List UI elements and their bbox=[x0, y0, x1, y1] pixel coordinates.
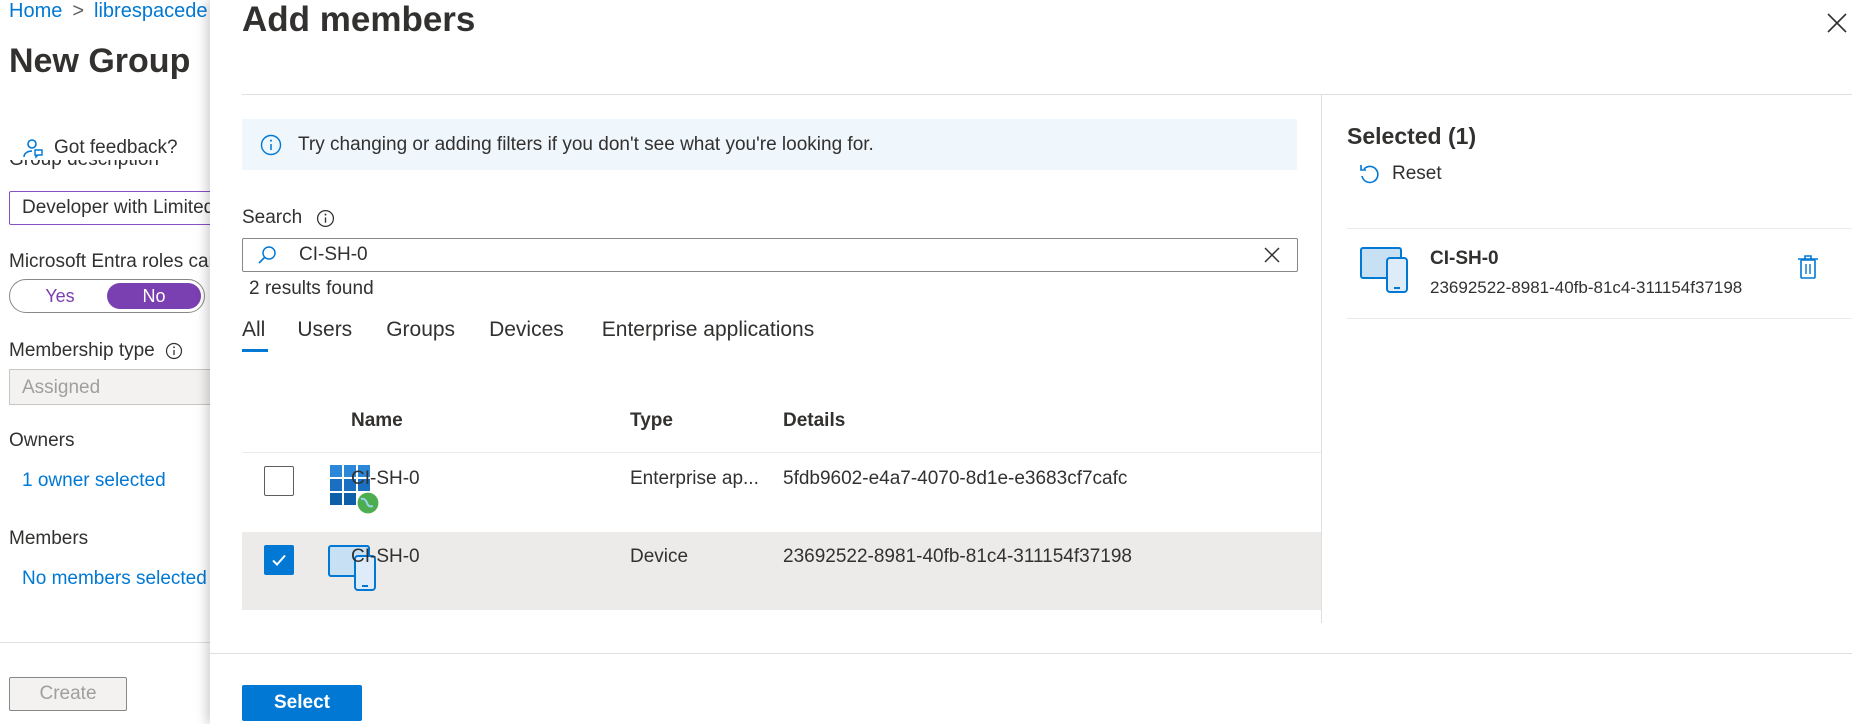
tab-devices[interactable]: Devices bbox=[489, 318, 564, 352]
search-box bbox=[242, 238, 1298, 272]
info-message-bar: Try changing or adding filters if you do… bbox=[242, 119, 1297, 170]
selected-divider bbox=[1347, 318, 1852, 319]
trash-icon[interactable] bbox=[1797, 254, 1819, 280]
vertical-divider bbox=[1321, 95, 1322, 623]
entra-roles-label: Microsoft Entra roles can bbox=[9, 251, 220, 272]
membership-type-label-text: Membership type bbox=[9, 340, 155, 361]
column-header-type[interactable]: Type bbox=[630, 410, 673, 432]
column-header-name[interactable]: Name bbox=[351, 410, 403, 432]
owners-link[interactable]: 1 owner selected bbox=[22, 470, 166, 492]
row-type: Enterprise ap... bbox=[630, 468, 759, 489]
results-count: 2 results found bbox=[249, 278, 374, 299]
row-checkbox[interactable] bbox=[264, 545, 294, 575]
group-description-label: Group description bbox=[9, 160, 159, 172]
reset-icon bbox=[1360, 165, 1379, 184]
breadcrumb-tenant[interactable]: librespacede bbox=[94, 0, 207, 23]
feedback-button[interactable]: Got feedback? bbox=[20, 136, 178, 160]
members-label: Members bbox=[9, 528, 89, 549]
table-row[interactable]: CI-SH-0 Device 23692522-8981-40fb-81c4-3… bbox=[242, 532, 1321, 610]
clear-search-icon[interactable] bbox=[1261, 244, 1283, 266]
info-icon[interactable] bbox=[165, 342, 183, 360]
add-members-panel: Add members Try changing or adding filte… bbox=[210, 0, 1852, 724]
row-name: CI-SH-0 bbox=[351, 468, 420, 489]
select-button[interactable]: Select bbox=[242, 685, 362, 721]
tab-users[interactable]: Users bbox=[297, 318, 352, 352]
page-title: New Group bbox=[9, 42, 191, 80]
search-label-text: Search bbox=[242, 207, 303, 228]
selected-title: Selected (1) bbox=[1347, 123, 1477, 149]
search-label: Search bbox=[242, 207, 335, 229]
search-icon bbox=[258, 246, 276, 264]
feedback-label: Got feedback? bbox=[54, 137, 178, 158]
filter-tabs: All Users Groups Devices Enterprise appl… bbox=[242, 318, 814, 352]
footer-divider bbox=[0, 642, 220, 643]
breadcrumb: Home > librespacede bbox=[9, 0, 207, 23]
membership-type-label: Membership type bbox=[9, 340, 183, 362]
feedback-icon bbox=[23, 139, 43, 159]
owners-label: Owners bbox=[9, 430, 75, 451]
panel-title: Add members bbox=[242, 0, 476, 39]
info-message-text: Try changing or adding filters if you do… bbox=[298, 133, 874, 155]
toggle-no[interactable]: No bbox=[107, 283, 201, 309]
row-checkbox[interactable] bbox=[264, 466, 294, 496]
selected-divider bbox=[1347, 228, 1852, 229]
search-input[interactable] bbox=[299, 244, 1261, 266]
column-header-details[interactable]: Details bbox=[783, 410, 845, 432]
toggle-yes[interactable]: Yes bbox=[13, 283, 107, 309]
row-details: 23692522-8981-40fb-81c4-311154f37198 bbox=[783, 546, 1132, 567]
row-details: 5fdb9602-e4a7-4070-8d1e-e3683cf7cafc bbox=[783, 468, 1128, 489]
tab-enterprise-applications[interactable]: Enterprise applications bbox=[602, 318, 814, 352]
reset-button[interactable]: Reset bbox=[1358, 163, 1442, 185]
tab-all[interactable]: All bbox=[242, 318, 269, 352]
selected-item-name: CI-SH-0 bbox=[1430, 248, 1499, 269]
members-link[interactable]: No members selected bbox=[22, 568, 207, 590]
row-name: CI-SH-0 bbox=[351, 546, 420, 567]
footer-divider bbox=[210, 653, 1852, 654]
entra-roles-toggle[interactable]: Yes No bbox=[9, 279, 205, 313]
close-icon[interactable] bbox=[1822, 8, 1852, 38]
header-divider bbox=[242, 94, 1852, 95]
breadcrumb-separator: > bbox=[72, 0, 85, 22]
info-icon bbox=[260, 134, 282, 155]
selected-item-id: 23692522-8981-40fb-81c4-311154f37198 bbox=[1430, 278, 1743, 297]
create-button[interactable]: Create bbox=[9, 677, 127, 711]
reset-label: Reset bbox=[1392, 163, 1442, 184]
info-icon[interactable] bbox=[316, 209, 335, 228]
tab-groups[interactable]: Groups bbox=[386, 318, 455, 352]
table-row[interactable]: CI-SH-0 Enterprise ap... 5fdb9602-e4a7-4… bbox=[242, 453, 1321, 532]
device-icon bbox=[1360, 247, 1408, 293]
breadcrumb-home[interactable]: Home bbox=[9, 0, 62, 23]
row-type: Device bbox=[630, 546, 689, 567]
checkmark-icon bbox=[272, 554, 286, 566]
